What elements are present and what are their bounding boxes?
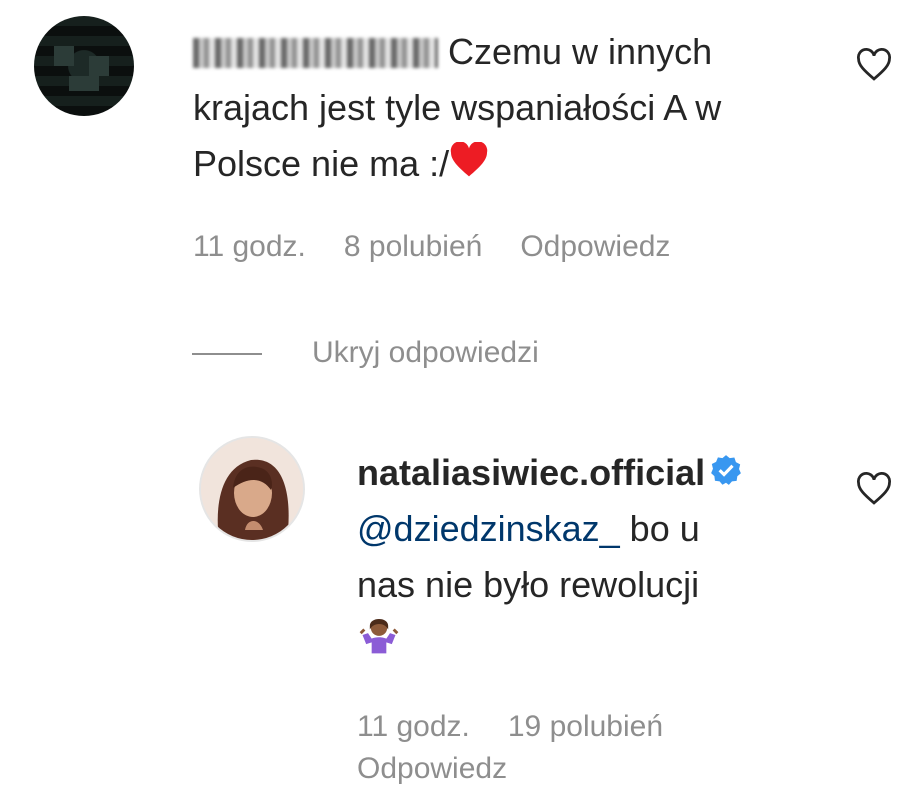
comment-body: Czemu w innych krajach jest tyle wspania… (193, 24, 833, 194)
reply-text-part1: bo u (619, 508, 700, 549)
reply-avatar[interactable] (199, 436, 305, 542)
reply-likes[interactable]: 19 polubień (508, 710, 663, 743)
reply-reply-button[interactable]: Odpowiedz (357, 752, 507, 785)
comment-likes[interactable]: 8 polubień (344, 230, 482, 263)
like-heart-icon[interactable] (855, 48, 893, 82)
red-heart-emoji (449, 138, 489, 194)
reply-button[interactable]: Odpowiedz (520, 230, 670, 263)
reply-time[interactable]: 11 godz. (357, 710, 470, 743)
hide-replies-label[interactable]: Ukryj odpowiedzi (312, 336, 539, 369)
mention-link[interactable]: @dziedzinskaz_ (357, 508, 620, 549)
hide-replies-toggle[interactable]: Ukryj odpowiedzi (192, 336, 539, 370)
avatar[interactable] (34, 16, 134, 116)
comment-meta: 11 godz. 8 polubień Odpowiedz (193, 230, 708, 264)
comment-time[interactable]: 11 godz. (193, 230, 306, 263)
reply-username[interactable]: nataliasiwiec.official (357, 452, 705, 493)
avatar-pixel-block (69, 76, 99, 91)
divider-line (192, 353, 262, 356)
reply-meta-row2: Odpowiedz (357, 752, 545, 786)
like-heart-icon[interactable] (855, 472, 893, 506)
avatar-pixel-block (89, 56, 109, 76)
verified-badge-icon (711, 455, 742, 485)
avatar-pixel-block (54, 46, 74, 66)
reply-text-part2: nas nie było rewolucji (357, 564, 700, 605)
username-blurred[interactable] (193, 38, 438, 68)
reply-meta: 11 godz. 19 polubień (357, 710, 701, 744)
person-shrugging-emoji (357, 613, 401, 673)
avatar-photo-image (201, 438, 303, 540)
reply-body: nataliasiwiec.official @dziedzinskaz_ bo… (357, 445, 827, 673)
